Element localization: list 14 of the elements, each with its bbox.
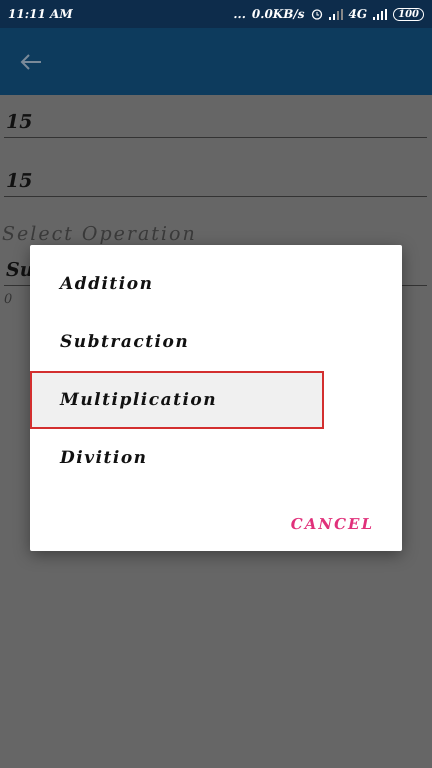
operation-option[interactable]: Addition xyxy=(30,255,402,313)
cancel-button[interactable]: CANCEL xyxy=(290,509,374,539)
signal-icon xyxy=(373,8,388,20)
battery-level: 100 xyxy=(393,8,424,20)
operation-option[interactable]: Subtraction xyxy=(30,313,402,371)
operation-option[interactable]: Multiplication xyxy=(30,371,324,429)
signal-icon xyxy=(328,8,343,20)
network-speed: 0.0KB/s xyxy=(252,7,305,21)
back-arrow-icon[interactable] xyxy=(20,54,42,70)
more-notifications: ... xyxy=(233,7,246,21)
network-type: 4G xyxy=(348,7,368,21)
operation-option[interactable]: Divition xyxy=(30,429,402,487)
status-time: 11:11 AM xyxy=(8,7,73,21)
alarm-icon xyxy=(310,8,323,20)
